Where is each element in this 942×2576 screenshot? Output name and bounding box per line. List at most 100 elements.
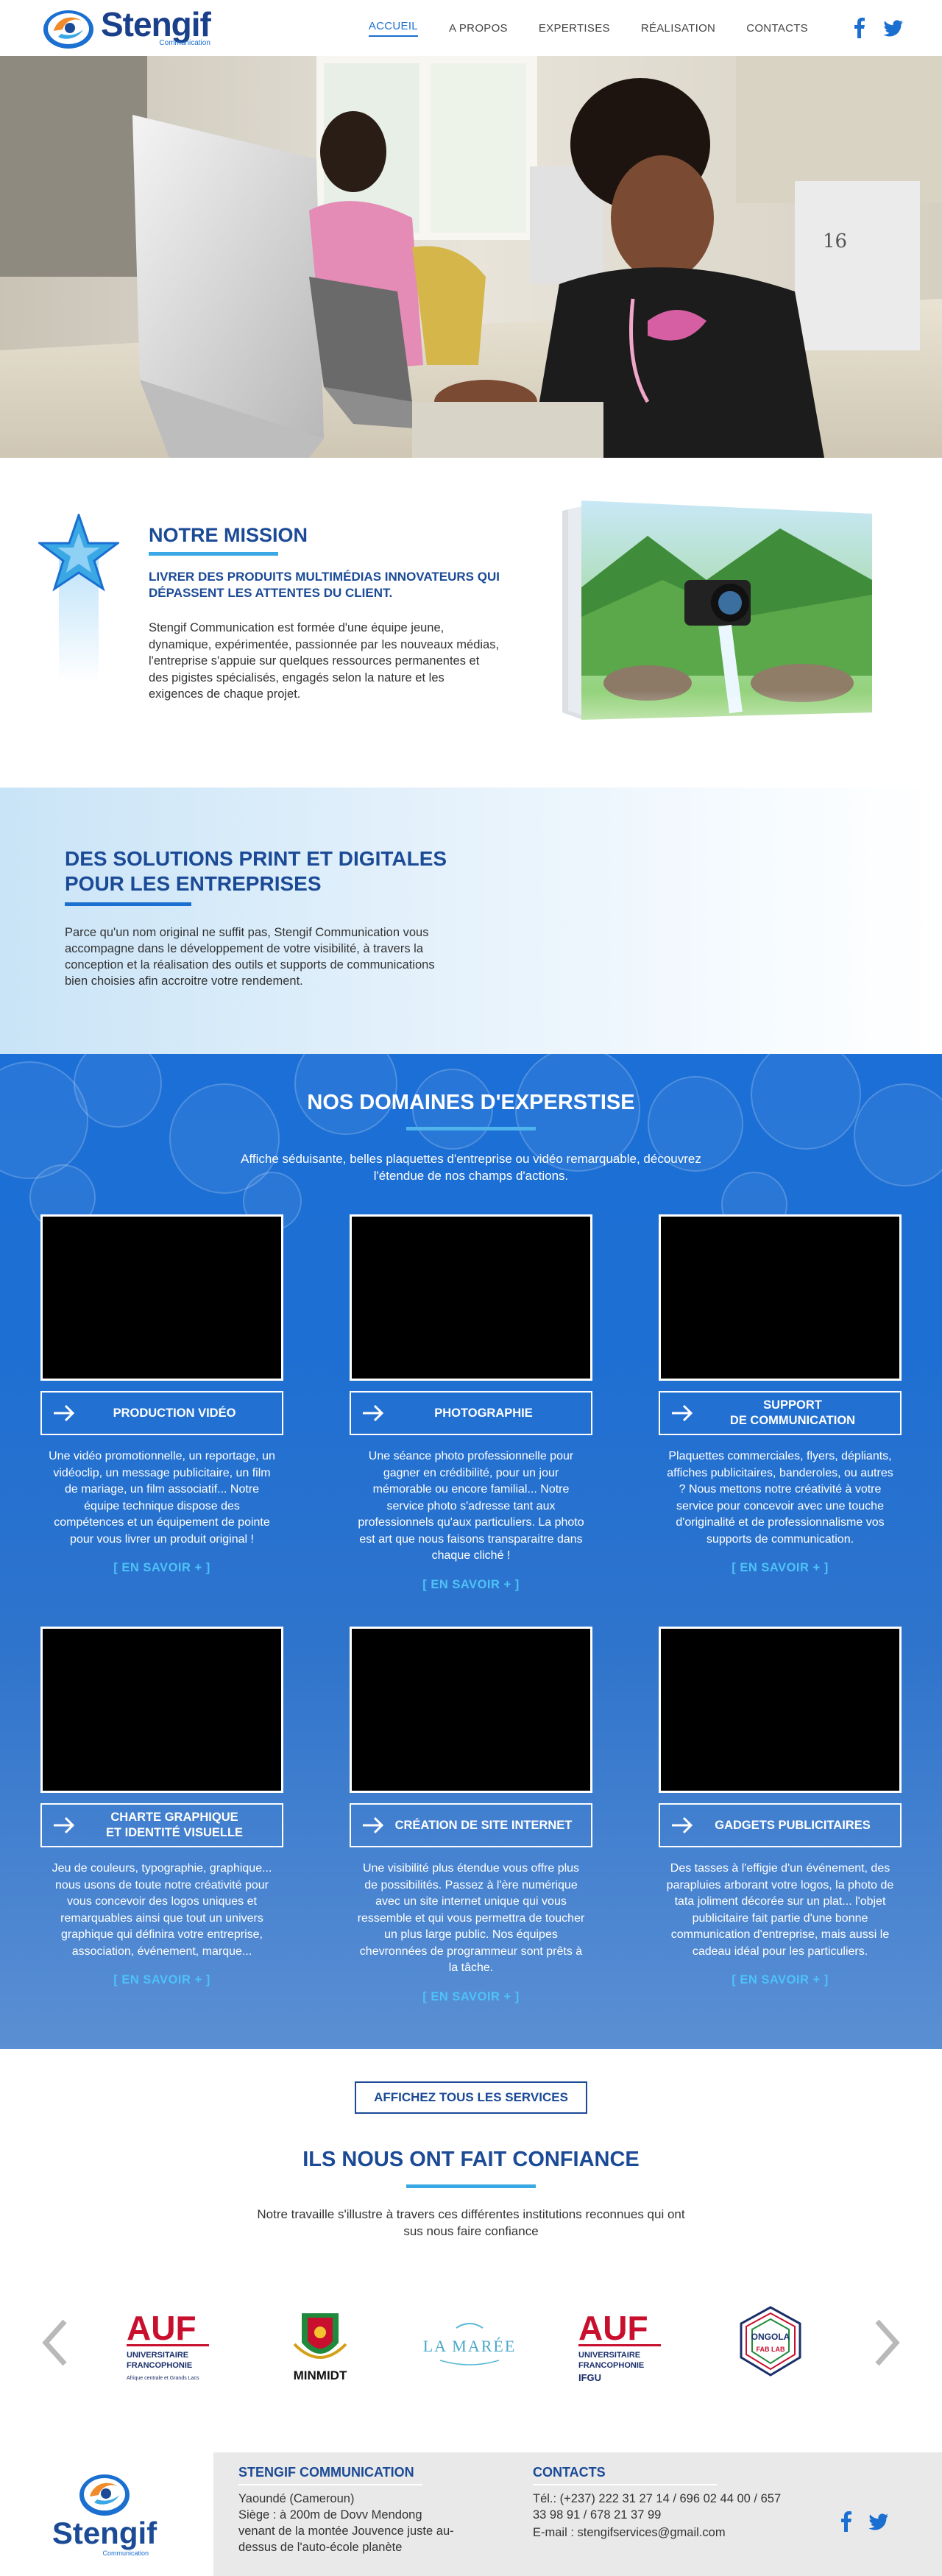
service-card-production-video: PRODUCTION VIDÉO Une vidéo promotionnell…: [40, 1214, 283, 1575]
svg-text:16: 16: [823, 230, 847, 252]
arrow-right-icon: [363, 1404, 384, 1422]
service-label: PRODUCTION VIDÉO: [113, 1406, 236, 1420]
footer-email[interactable]: E-mail : stengifservices@gmail.com: [533, 2524, 812, 2541]
nav-item-realisation[interactable]: RÉALISATION: [641, 22, 715, 35]
service-card-gadgets: GADGETS PUBLICITAIRES Des tasses à l'eff…: [659, 1627, 902, 1987]
footer-logo-name: Stengif: [52, 2516, 157, 2550]
site-header: Stengif Communication ACCUEIL A PROPOS E…: [0, 0, 942, 56]
auf-line3: Afrique centrale et Grands Lacs: [127, 2376, 199, 2381]
learn-more-link[interactable]: [ EN SAVOIR + ]: [40, 1561, 283, 1575]
service-description: Une vidéo promotionnelle, un reportage, …: [49, 1450, 275, 1546]
ongola-text: ONGOLA: [751, 2332, 790, 2342]
service-image[interactable]: [40, 1214, 283, 1381]
footer-divider: [533, 2484, 717, 2485]
learn-more-link[interactable]: [ EN SAVOIR + ]: [659, 1561, 902, 1575]
mission-body: Stengif Communication est formée d'une é…: [149, 621, 500, 701]
arrow-right-icon: [54, 1816, 75, 1834]
service-image[interactable]: [40, 1627, 283, 1793]
solutions-section: [0, 788, 942, 1054]
mission-image: [562, 500, 872, 757]
nav-item-expertises[interactable]: EXPERTISES: [539, 22, 610, 35]
nav-item-accueil[interactable]: ACCUEIL: [368, 20, 418, 37]
solutions-underline: [65, 902, 191, 906]
service-image[interactable]: [659, 1627, 902, 1793]
logo-name: Stengif: [101, 4, 211, 43]
twitter-icon[interactable]: [883, 18, 904, 38]
star-icon: [38, 514, 119, 683]
arrow-right-icon: [54, 1404, 75, 1422]
service-card-photographie: PHOTOGRAPHIE Une séance photo profession…: [350, 1214, 592, 1592]
learn-more-link[interactable]: [ EN SAVOIR + ]: [350, 1990, 592, 2004]
stengif-logo-icon: [43, 10, 93, 49]
clients-title: ILS NOUS ONT FAIT CONFIANCE: [302, 2148, 640, 2171]
service-label: SUPPORT DE COMMUNICATION: [729, 1398, 856, 1427]
service-label: CRÉATION DE SITE INTERNET: [394, 1818, 573, 1832]
service-button[interactable]: PHOTOGRAPHIE: [350, 1391, 592, 1435]
footer-logo-sub: Communication: [102, 2550, 149, 2557]
chevron-left-icon[interactable]: [40, 2318, 69, 2367]
expertise-subtitle: Affiche séduisante, belles plaquettes d'…: [241, 1152, 701, 1183]
hero-image: 16: [0, 56, 942, 458]
nav-item-a-propos[interactable]: A PROPOS: [449, 22, 508, 35]
service-description: Jeu de couleurs, typographie, graphique.…: [52, 1862, 272, 1958]
arrow-right-icon: [672, 1816, 693, 1834]
footer-company-title: STENGIF COMMUNICATION: [238, 2465, 414, 2480]
auf-line2: FRANCOPHONIE: [127, 2361, 192, 2370]
main-nav: ACCUEIL A PROPOS EXPERTISES RÉALISATION …: [338, 0, 942, 56]
auf-ifgu-line1: UNIVERSITAIRE: [578, 2351, 640, 2360]
learn-more-link[interactable]: [ EN SAVOIR + ]: [40, 1973, 283, 1987]
la-maree-text: LA MARÉE: [423, 2337, 517, 2355]
footer-phone: Tél.: (+237) 222 31 27 14 / 696 02 44 00…: [533, 2492, 782, 2522]
arrow-right-icon: [363, 1816, 384, 1834]
expertise-underline: [406, 1127, 536, 1130]
mission-lead: LIVRER DES PRODUITS MULTIMÉDIAS INNOVATE…: [149, 570, 500, 600]
minmidt-logo: MINMIDT: [280, 2295, 361, 2391]
clients-underline: [406, 2184, 536, 2188]
service-card-support-communication: SUPPORT DE COMMUNICATION Plaquettes comm…: [659, 1214, 902, 1575]
auf-big: AUF: [127, 2309, 196, 2347]
footer-contacts-title: CONTACTS: [533, 2465, 606, 2480]
service-description: Une visibilité plus étendue vous offre p…: [357, 1862, 585, 1974]
auf-ifgu-logo: AUF UNIVERSITAIRE FRANCOPHONIE IFGU: [576, 2295, 671, 2391]
expertise-title: NOS DOMAINES D'EXPERSTISE: [307, 1091, 635, 1114]
service-description: Des tasses à l'effigie d'un événement, d…: [666, 1862, 894, 1958]
service-button[interactable]: CRÉATION DE SITE INTERNET: [350, 1803, 592, 1847]
service-button[interactable]: PRODUCTION VIDÉO: [40, 1391, 283, 1435]
service-label: GADGETS PUBLICITAIRES: [715, 1818, 871, 1832]
facebook-icon[interactable]: [836, 2511, 857, 2532]
fablab-text: FAB LAB: [757, 2346, 785, 2353]
solutions-title: DES SOLUTIONS PRINT ET DIGITALES POUR LE…: [65, 847, 447, 895]
service-label: CHARTE GRAPHIQUE ET IDENTITÉ VISUELLE: [105, 1811, 244, 1839]
chevron-right-icon[interactable]: [873, 2318, 902, 2367]
footer-divider: [238, 2484, 422, 2485]
auf-ifgu-line2: FRANCOPHONIE: [578, 2361, 644, 2370]
service-card-site-internet: CRÉATION DE SITE INTERNET Une visibilité…: [350, 1627, 592, 2004]
footer-address: Yaoundé (Cameroun) Siège : à 200m de Dov…: [238, 2492, 454, 2554]
clients-subtitle: Notre travaille s'illustre à travers ces…: [257, 2207, 685, 2238]
twitter-icon[interactable]: [868, 2511, 889, 2532]
mission-title: NOTRE MISSION: [149, 524, 308, 546]
auf-line1: UNIVERSITAIRE: [127, 2351, 188, 2360]
service-image[interactable]: [350, 1627, 592, 1793]
service-button[interactable]: SUPPORT DE COMMUNICATION: [659, 1391, 902, 1435]
la-maree-logo: LA MARÉE: [418, 2295, 521, 2391]
all-services-button[interactable]: AFFICHEZ TOUS LES SERVICES: [355, 2081, 587, 2114]
site-logo[interactable]: Stengif Communication: [40, 4, 211, 50]
service-image[interactable]: [350, 1214, 592, 1381]
learn-more-link[interactable]: [ EN SAVOIR + ]: [659, 1973, 902, 1987]
facebook-icon[interactable]: [849, 18, 870, 38]
auf-ifgu-big: AUF: [578, 2309, 648, 2347]
learn-more-link[interactable]: [ EN SAVOIR + ]: [350, 1578, 592, 1592]
mission-underline: [149, 552, 278, 556]
service-button[interactable]: GADGETS PUBLICITAIRES: [659, 1803, 902, 1847]
auf-ifgu-line3: IFGU: [578, 2372, 601, 2383]
service-button[interactable]: CHARTE GRAPHIQUE ET IDENTITÉ VISUELLE: [40, 1803, 283, 1847]
auf-logo: AUF UNIVERSITAIRE FRANCOPHONIE Afrique c…: [124, 2295, 219, 2391]
service-label: PHOTOGRAPHIE: [434, 1406, 533, 1420]
footer-logo[interactable]: Stengif Communication: [38, 2467, 171, 2563]
solutions-body: Parce qu'un nom original ne suffit pas, …: [65, 926, 435, 988]
service-card-charte-graphique: CHARTE GRAPHIQUE ET IDENTITÉ VISUELLE Je…: [40, 1627, 283, 1987]
arrow-right-icon: [672, 1404, 693, 1422]
service-image[interactable]: [659, 1214, 902, 1381]
nav-item-contacts[interactable]: CONTACTS: [746, 22, 808, 35]
